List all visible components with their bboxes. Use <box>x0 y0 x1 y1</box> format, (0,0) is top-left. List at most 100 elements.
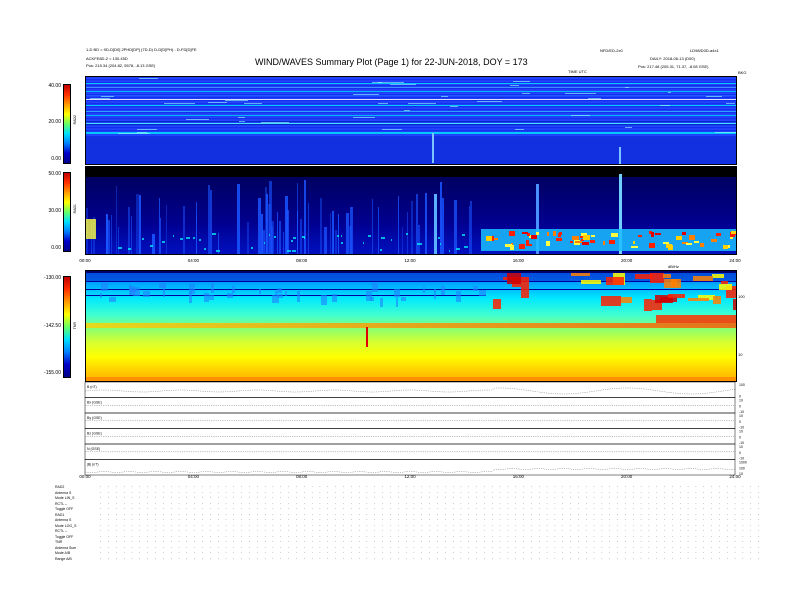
rad1-streak <box>442 198 444 254</box>
tnr-plasma-line <box>86 323 736 328</box>
position-right: Pos: 217.48 (205.31, 71.37, -8.08 GSE) <box>638 64 709 69</box>
tnr-blue-speck <box>401 297 406 301</box>
tnr-blue-speck <box>227 293 233 298</box>
rad1-streak <box>210 190 212 254</box>
tnr-hot-speck <box>663 274 671 278</box>
rad2-freq-line <box>86 87 736 88</box>
tnr-blue-speck <box>163 287 165 297</box>
rad1-cyan-speck <box>264 242 265 244</box>
rad1-hot-speck <box>655 233 661 235</box>
rad1-hot-speck <box>633 241 635 244</box>
time-tick-label: 00:00 <box>79 474 91 479</box>
time-tick-label: 24:00 <box>729 258 741 263</box>
time-tick-label: 16:00 <box>512 258 524 263</box>
status-line-label: Toggle OFF <box>55 534 74 539</box>
rad1-hot-speck <box>546 241 550 246</box>
tnr-blue-speck <box>372 283 378 292</box>
status-line-label: RAD1 <box>55 512 65 517</box>
rad1-cyan-speck <box>162 241 165 243</box>
rad1-streak <box>128 207 130 254</box>
tnr-blue-speck <box>332 294 337 302</box>
status-dot-row: ········································… <box>100 495 766 500</box>
rad1-hot-speck <box>609 240 615 244</box>
rad1-ytick-top: 50.00 <box>48 171 61 177</box>
status-dot-row: ········································… <box>100 550 766 555</box>
tnr-hot-speck <box>644 299 652 311</box>
rad1-cyan-speck <box>302 236 305 238</box>
rad1-streak <box>166 205 167 254</box>
rad1-hot-speck <box>572 236 579 240</box>
status-dot-row: ········································… <box>100 517 766 522</box>
time-tick-label: 24:00 <box>729 474 741 479</box>
rad1-cyan-speck <box>118 247 122 249</box>
rad1-streak <box>279 221 281 254</box>
rad2-speckle <box>244 103 262 104</box>
rad1-cyan-speck <box>186 237 190 239</box>
rad1-spectrogram[interactable] <box>85 166 737 255</box>
rad2-speckle <box>118 133 150 134</box>
rad1-hot-speck <box>603 241 605 245</box>
rad1-cyan-speck <box>150 245 153 247</box>
rad2-speckle <box>90 98 110 99</box>
rad1-hot-speck <box>553 231 556 236</box>
rad2-speckle <box>208 102 227 103</box>
rad1-streak <box>418 225 420 254</box>
rad2-colorbar <box>63 84 71 164</box>
rad2-spectrogram[interactable] <box>85 76 737 165</box>
mag-trace <box>84 387 736 395</box>
status-dot-row: ········································… <box>100 555 766 561</box>
mag-right-tick: 0 <box>739 420 741 424</box>
rad2-speckle <box>261 122 289 123</box>
rad1-type3-burst <box>434 194 437 254</box>
status-line-label: Mode A/B <box>55 551 71 555</box>
rad2-speckle <box>726 103 735 104</box>
status-dot-row: ········································… <box>100 539 766 544</box>
rad2-ytick-bot: 0.00 <box>51 156 61 162</box>
mag-right-tick: 10 <box>739 445 743 449</box>
time-tick-label: 04:00 <box>187 258 199 263</box>
rad1-hot-speck <box>519 244 525 249</box>
rad1-streak <box>320 198 322 254</box>
rad1-hot-speck <box>582 242 589 245</box>
rad2-speckle <box>515 129 524 130</box>
rad1-cyan-speck <box>337 235 339 237</box>
rad1-cyan-speck <box>199 239 201 241</box>
status-dot-row: ········································… <box>100 506 766 511</box>
rad2-freq-line <box>86 91 736 92</box>
rad1-streak <box>258 198 261 254</box>
tnr-hot-speck <box>493 299 501 309</box>
mag-right-tick: 0 <box>739 435 741 439</box>
tnr-spectrogram[interactable] <box>85 270 737 382</box>
rad1-cyan-speck <box>216 250 220 252</box>
time-tick-label: 08:00 <box>296 258 308 263</box>
status-line-label: Antenna S <box>55 490 72 495</box>
tnr-right-tick-10: 10 <box>738 352 743 357</box>
status-dot-row: ········································… <box>100 533 766 539</box>
rad1-hot-speck <box>591 235 595 237</box>
mag-line-panels[interactable]: B (nT) 1000Bx (GSE) 100-10By (GSE) 100-10Bz… <box>60 380 760 478</box>
status-dot-row: ········································… <box>100 484 766 489</box>
rad1-streak <box>237 184 240 254</box>
tnr-right-tick-100: 100 <box>738 294 745 299</box>
tnr-hot-speck <box>713 296 721 304</box>
tnr-blue-speck <box>209 295 214 300</box>
rad2-speckle <box>706 96 722 97</box>
rad2-speckle <box>382 129 402 130</box>
tnr-blue-speck <box>277 288 282 293</box>
rad2-speckle <box>378 103 388 104</box>
status-dot-row: ········································… <box>100 544 766 550</box>
tnr-hot-speck <box>507 273 521 284</box>
rad1-streak <box>116 186 117 254</box>
status-line-label: RCTL -- <box>55 529 68 533</box>
rad1-cyan-speck <box>363 242 364 244</box>
rad1-hot-speck <box>731 231 736 234</box>
rad2-burst <box>432 133 434 163</box>
rad2-speckle <box>510 85 519 86</box>
tnr-blue-speck <box>423 287 425 293</box>
status-dot-row: ········································… <box>100 489 766 495</box>
rad1-hot-speck <box>682 232 686 235</box>
time-tick-label: 04:00 <box>187 474 199 479</box>
rad2-speckle <box>565 93 596 94</box>
tnr-hot-speck <box>571 273 590 276</box>
tnr-blue-speck <box>211 283 214 293</box>
